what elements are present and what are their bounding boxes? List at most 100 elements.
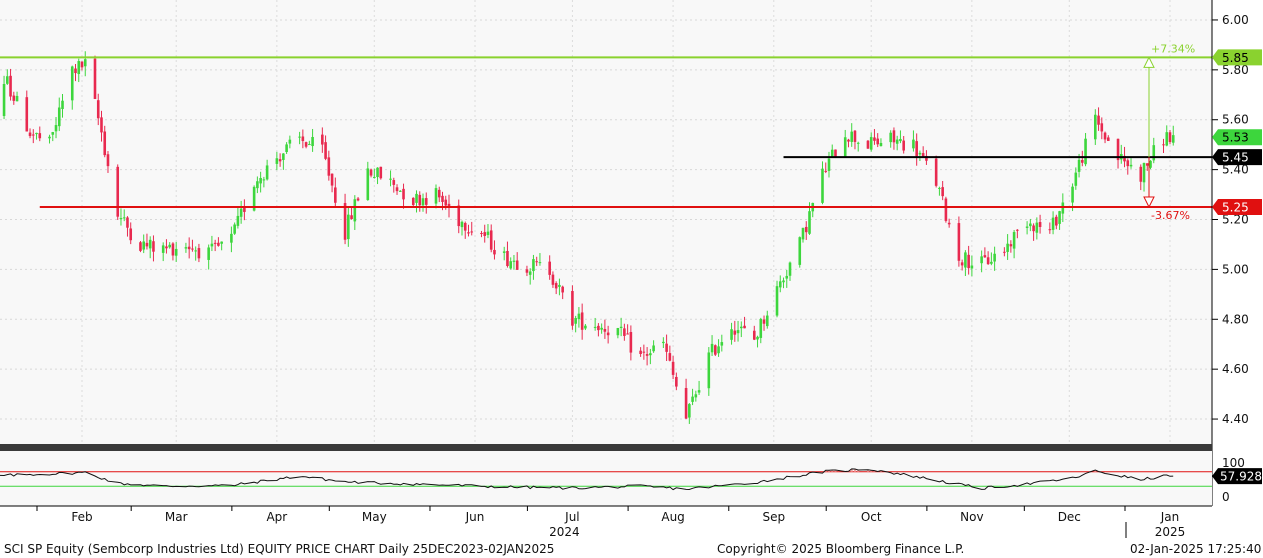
candle-body <box>912 139 915 149</box>
candle-body <box>460 221 464 228</box>
candle-body <box>1126 160 1130 167</box>
candle-body <box>606 332 610 336</box>
x-tick-label-apr: Apr <box>266 510 287 524</box>
candle-body <box>421 198 425 206</box>
candle-body <box>1071 186 1074 203</box>
candle-body <box>506 250 509 267</box>
candle-body <box>1081 160 1084 163</box>
candle-body <box>119 218 123 220</box>
candle-body <box>990 261 993 264</box>
candle-body <box>684 387 688 419</box>
candle <box>571 285 574 330</box>
candle-body <box>51 132 55 135</box>
x-tick-label-aug: Aug <box>661 510 684 524</box>
candle-body <box>808 211 811 234</box>
candle-body <box>1145 163 1149 166</box>
candle-body <box>1165 132 1169 146</box>
candle-body <box>668 353 672 361</box>
y-tick-label: 5.60 <box>1222 113 1249 127</box>
candle-body <box>538 262 542 264</box>
candle-body <box>262 179 266 181</box>
candle-body <box>379 166 383 179</box>
candle-body <box>1029 223 1032 227</box>
candle-body <box>941 187 944 197</box>
candle-body <box>415 193 418 203</box>
candle-body <box>554 283 558 289</box>
candle-body <box>1149 160 1152 168</box>
candle-body <box>759 318 763 338</box>
candle-body <box>301 136 305 142</box>
candle-body <box>944 198 948 221</box>
y-tick-label: 4.60 <box>1222 362 1249 376</box>
x-year-label: 2025 <box>1155 525 1186 539</box>
candle-body <box>1048 229 1052 231</box>
candle-body <box>31 134 35 136</box>
footer-copyright: Copyright© 2025 Bloomberg Finance L.P. <box>717 542 965 556</box>
candle-body <box>869 137 873 150</box>
candle-body <box>957 223 961 261</box>
footer-title: SCI SP Equity (Sembcorp Industries Ltd) … <box>4 542 555 556</box>
candle-body <box>1139 166 1143 182</box>
candle <box>944 196 948 223</box>
pct-annotation: +7.34% <box>1151 42 1195 55</box>
candle-body <box>558 284 561 287</box>
candle-body <box>694 394 698 398</box>
candle-body <box>210 243 214 247</box>
candle-body <box>899 138 902 142</box>
candle-body <box>970 265 974 269</box>
candle-body <box>902 140 905 151</box>
candle-body <box>311 136 314 147</box>
candle-body <box>775 286 779 316</box>
candle-body <box>129 228 133 241</box>
candle-body <box>827 158 831 171</box>
candle-body <box>444 199 448 206</box>
candle-body <box>821 168 824 203</box>
candle-body <box>434 188 438 204</box>
candle-body <box>752 330 756 340</box>
candle-body <box>720 342 724 346</box>
y-tick-label: 6.00 <box>1222 13 1249 27</box>
candle-body <box>561 286 564 293</box>
candle-body <box>1061 202 1065 214</box>
candle-body <box>652 345 655 352</box>
candle-body <box>697 390 701 393</box>
candle-body <box>236 215 240 226</box>
pct-annotation: -3.67% <box>1151 209 1190 222</box>
candle-body <box>217 242 220 246</box>
candle-body <box>532 259 535 272</box>
candle-body <box>12 95 16 101</box>
candle-body <box>165 246 168 249</box>
candle-body <box>285 144 288 153</box>
candle-body <box>463 222 467 231</box>
candle-body <box>35 132 38 135</box>
candle-body <box>918 152 922 155</box>
candle-body <box>28 132 32 137</box>
candle-body <box>1025 226 1029 228</box>
candle-body <box>230 233 233 243</box>
candle <box>798 236 802 268</box>
candle-body <box>369 169 373 176</box>
candle-body <box>334 187 337 203</box>
candle-body <box>424 198 428 205</box>
candle-body <box>480 233 483 235</box>
candle-body <box>571 291 574 326</box>
candle-body <box>142 241 146 250</box>
candle-body <box>395 187 399 192</box>
candle-body <box>980 256 983 264</box>
candle-body <box>577 313 581 320</box>
candle-body <box>353 199 357 222</box>
candle-body <box>967 254 970 269</box>
candle <box>775 280 779 318</box>
candle-body <box>197 248 201 259</box>
candle-body <box>418 194 422 206</box>
price-tag-5.45-label: 5.45 <box>1222 151 1249 165</box>
candle-body <box>730 329 733 340</box>
candle-body <box>171 243 175 256</box>
candle-body <box>804 226 808 233</box>
candle-body <box>626 333 629 335</box>
candle-body <box>889 132 892 143</box>
candle-body <box>662 341 665 344</box>
candle-body <box>347 214 350 240</box>
candle-body <box>70 66 74 101</box>
candle-body <box>441 195 444 202</box>
